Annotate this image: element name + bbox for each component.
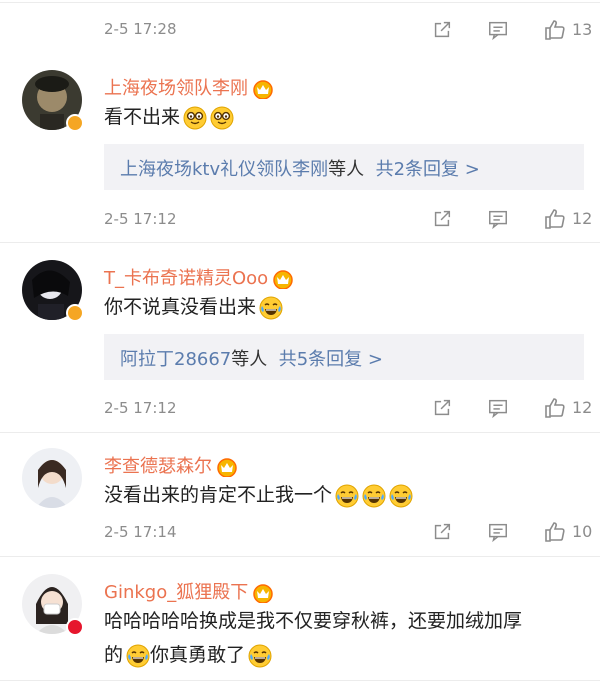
comment-icon[interactable] (487, 208, 509, 230)
share-icon[interactable] (431, 397, 453, 419)
reply-summary-text: 阿拉丁28667等人 共5条回复 > (120, 349, 383, 370)
comment-author[interactable]: Ginkgo_狐狸殿下 (104, 578, 274, 604)
comment-icon[interactable] (487, 397, 509, 419)
divider (0, 556, 600, 557)
laugh-cry-emoji-icon (389, 484, 413, 508)
comment-time: 2-5 17:14 (104, 523, 177, 541)
like-icon[interactable] (543, 520, 567, 544)
crown-badge-icon (252, 583, 274, 603)
laugh-cry-emoji-icon (248, 644, 272, 668)
reply-summary[interactable]: 阿拉丁28667等人 共5条回复 > (104, 334, 584, 380)
comment-time: 2-5 17:12 (104, 210, 177, 228)
verified-badge-icon (66, 114, 84, 132)
comment-author[interactable]: 上海夜场领队李刚 (104, 74, 274, 100)
like-icon[interactable] (543, 396, 567, 420)
comment-text: 哈哈哈哈哈换成是我不仅要穿秋裤，还要加绒加厚 (104, 610, 523, 632)
laugh-cry-emoji-icon (362, 484, 386, 508)
divider (0, 2, 600, 3)
laugh-cry-emoji-icon (126, 644, 150, 668)
share-icon[interactable] (431, 521, 453, 543)
laugh-cry-emoji-icon (259, 296, 283, 320)
comment-author[interactable]: 李查德瑟森尔 (104, 452, 238, 478)
like-count: 13 (572, 20, 593, 39)
like-count: 12 (572, 398, 593, 417)
nerd-emoji-icon (183, 106, 207, 130)
like-icon[interactable] (543, 18, 567, 42)
verified-badge-icon (66, 304, 84, 322)
nerd-emoji-icon (210, 106, 234, 130)
like-icon[interactable] (543, 207, 567, 231)
member-badge-icon (66, 618, 84, 636)
comment-icon[interactable] (487, 19, 509, 41)
comment-time: 2-5 17:28 (104, 20, 177, 38)
crown-badge-icon (272, 269, 294, 289)
share-icon[interactable] (431, 208, 453, 230)
comment-text: 没看出来的肯定不止我一个 (104, 480, 413, 510)
divider (0, 432, 600, 433)
crown-badge-icon (252, 79, 274, 99)
comment-text-continued: 的你真勇敢了 (104, 640, 272, 670)
laugh-cry-emoji-icon (335, 484, 359, 508)
avatar[interactable] (22, 448, 82, 508)
share-icon[interactable] (431, 19, 453, 41)
comment-icon[interactable] (487, 521, 509, 543)
comment-author[interactable]: T_卡布奇诺精灵Ooo (104, 264, 294, 290)
like-count: 10 (572, 522, 593, 541)
reply-summary[interactable]: 上海夜场ktv礼仪领队李刚等人 共2条回复 > (104, 144, 584, 190)
divider (0, 242, 600, 243)
comment-text: 你不说真没看出来 (104, 292, 283, 322)
comment-time: 2-5 17:12 (104, 399, 177, 417)
reply-summary-text: 上海夜场ktv礼仪领队李刚等人 共2条回复 > (120, 159, 480, 180)
crown-badge-icon (216, 457, 238, 477)
divider (0, 680, 600, 681)
comment-text: 看不出来 (104, 102, 234, 132)
like-count: 12 (572, 209, 593, 228)
